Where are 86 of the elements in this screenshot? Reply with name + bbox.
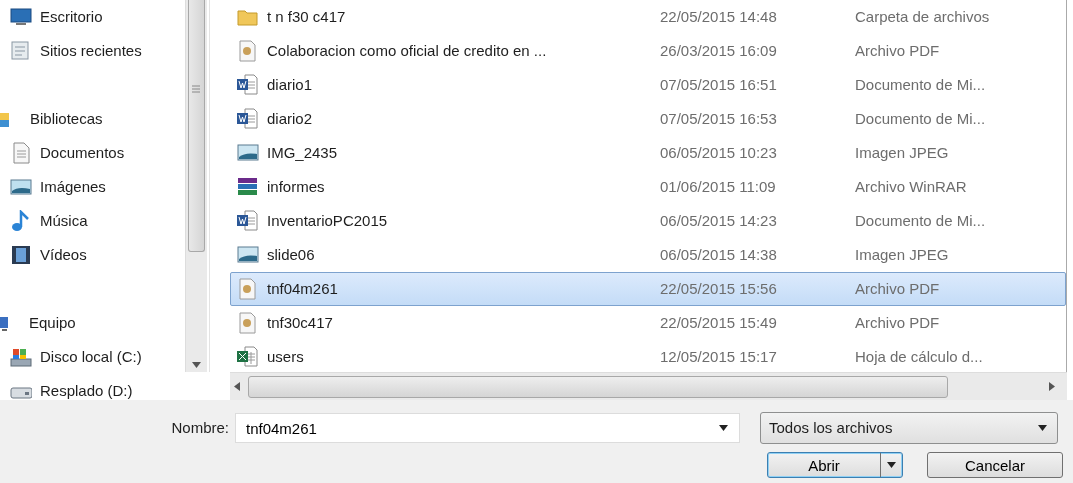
sidebar-item[interactable]: Vídeos [0, 238, 185, 272]
picture-icon [10, 176, 32, 198]
picture-icon [237, 244, 259, 266]
file-row[interactable]: t n f30 c417 22/05/2015 14:48 Carpeta de archivos [230, 0, 1066, 34]
computer-icon [0, 315, 8, 331]
file-type: Archivo WinRAR [855, 176, 967, 197]
file-type: Carpeta de archivos [855, 6, 990, 27]
scroll-left-icon[interactable] [234, 382, 240, 391]
scroll-right-icon[interactable] [1049, 382, 1055, 391]
sidebar-item[interactable]: Sitios recientes [0, 34, 185, 68]
word-document-icon [237, 210, 259, 232]
sidebar-item[interactable]: Bibliotecas [0, 102, 185, 136]
file-row[interactable]: users 12/05/2015 15:17 Hoja de cálculo d... [230, 340, 1066, 374]
date-modified: 01/06/2015 11:09 [660, 176, 777, 197]
sidebar-item[interactable]: Equipo [0, 306, 185, 340]
sidebar-item[interactable]: Música [0, 204, 185, 238]
drive-icon [10, 346, 32, 368]
file-type: Imagen JPEG [855, 142, 949, 163]
caret-icon [1038, 425, 1047, 431]
file-name-field[interactable]: tnf04m261 [235, 413, 740, 443]
file-type: Documento de Mi... [855, 74, 986, 95]
file-type: Archivo PDF [855, 278, 940, 299]
file-name: t n f30 c417 [267, 6, 346, 27]
document-icon [237, 40, 259, 62]
horizontal-scrollbar[interactable] [230, 372, 1067, 400]
date-modified: 26/03/2015 16:09 [660, 40, 778, 61]
word-document-icon [237, 74, 259, 96]
date-modified: 22/05/2015 15:49 [660, 312, 778, 333]
sidebar-item[interactable]: Escritorio [0, 0, 185, 34]
document-icon [10, 142, 32, 164]
file-type: Archivo PDF [855, 40, 940, 61]
date-modified: 06/05/2015 10:23 [660, 142, 778, 163]
file-type: Documento de Mi... [855, 108, 986, 129]
file-type: Imagen JPEG [855, 244, 949, 265]
sidebar-item[interactable]: Documentos [0, 136, 185, 170]
file-type-dropdown[interactable]: Todos los archivos [760, 412, 1058, 444]
recent-places-icon [10, 40, 32, 62]
file-name: informes [267, 176, 325, 197]
stacked-books-icon [237, 176, 259, 198]
date-modified: 07/05/2015 16:53 [660, 108, 778, 129]
file-type: Hoja de cálculo d... [855, 346, 983, 367]
sidebar-item[interactable]: Disco local (C:) [0, 340, 185, 374]
file-name: users [267, 346, 304, 367]
file-row[interactable]: InventarioPC2015 06/05/2015 14:23 Documento de Mi... [230, 204, 1066, 238]
file-name: Colaboracion como oficial de credito en ... [267, 40, 547, 61]
file-row[interactable]: Colaboracion como oficial de credito en ... 26/03/2015 16:09 Archivo PDF [230, 34, 1066, 68]
document-icon [237, 278, 259, 300]
file-row[interactable]: informes 01/06/2015 11:09 Archivo WinRAR [230, 170, 1066, 204]
date-modified: 22/05/2015 15:56 [660, 278, 778, 299]
grip-icon [192, 84, 200, 94]
file-name: slide06 [267, 244, 315, 265]
date-modified: 07/05/2015 16:51 [660, 74, 778, 95]
sidebar-item[interactable]: Imágenes [0, 170, 185, 204]
caret-icon [887, 462, 896, 468]
picture-icon [237, 142, 259, 164]
date-modified: 06/05/2015 14:38 [660, 244, 778, 265]
file-row[interactable]: tnf04m261 22/05/2015 15:56 Archivo PDF [230, 272, 1066, 306]
name-label: Nombre: [170, 417, 230, 438]
file-row[interactable]: IMG_2435 06/05/2015 10:23 Imagen JPEG [230, 136, 1066, 170]
file-type: Archivo PDF [855, 312, 940, 333]
scrollbar[interactable] [185, 0, 207, 372]
sidebar-item[interactable]: Resplado (D:) [0, 374, 185, 408]
caret-icon[interactable] [719, 425, 728, 431]
date-modified: 06/05/2015 14:23 [660, 210, 778, 231]
file-name: diario1 [267, 74, 313, 95]
library-icon [0, 111, 9, 127]
film-icon [10, 244, 32, 266]
button[interactable]: Cancelar [927, 452, 1063, 478]
file-name: IMG_2435 [267, 142, 338, 163]
spreadsheet-icon [237, 346, 259, 368]
file-name: tnf04m261 [267, 278, 338, 299]
file-row[interactable]: diario1 07/05/2015 16:51 Documento de Mi... [230, 68, 1066, 102]
document-icon [237, 312, 259, 334]
file-row[interactable]: diario2 07/05/2015 16:53 Documento de Mi... [230, 102, 1066, 136]
file-name: diario2 [267, 108, 313, 129]
file-row[interactable]: tnf30c417 22/05/2015 15:49 Archivo PDF [230, 306, 1066, 340]
file-name: InventarioPC2015 [267, 210, 388, 231]
split-button[interactable]: Abrir [767, 452, 903, 478]
date-modified: 12/05/2015 15:17 [660, 346, 778, 367]
file-name: tnf30c417 [267, 312, 333, 333]
date-modified: 22/05/2015 14:48 [660, 6, 778, 27]
monitor-icon [10, 6, 32, 28]
scroll-down-icon[interactable] [192, 362, 201, 368]
file-type: Documento de Mi... [855, 210, 986, 231]
file-row[interactable]: slide06 06/05/2015 14:38 Imagen JPEG [230, 238, 1066, 272]
word-document-icon [237, 108, 259, 130]
